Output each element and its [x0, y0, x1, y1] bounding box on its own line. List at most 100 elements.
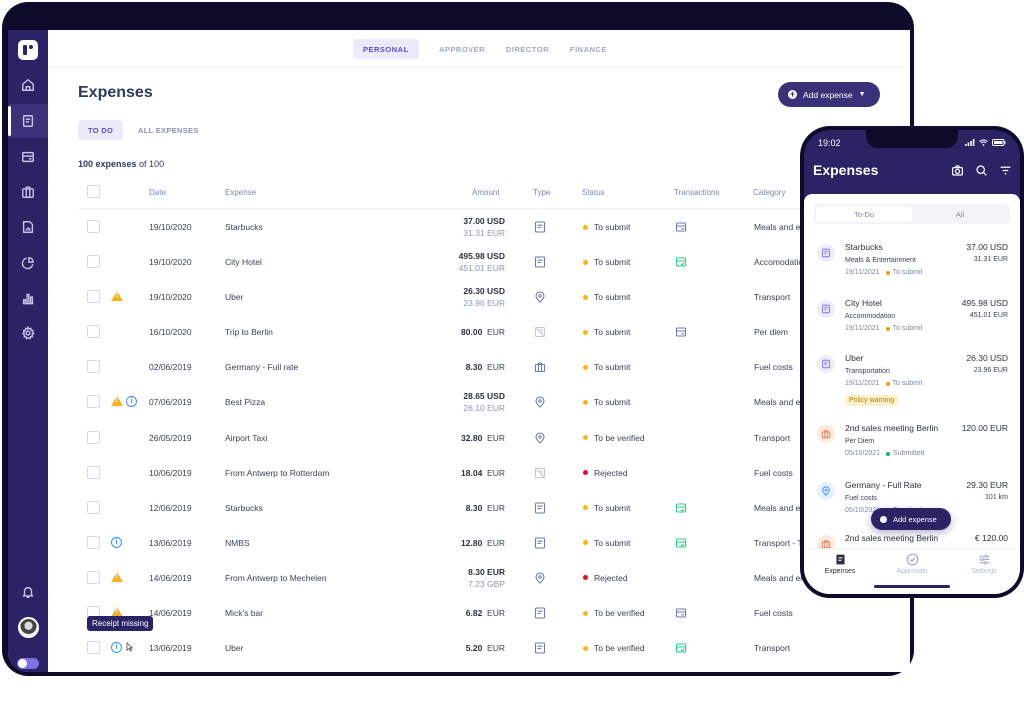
- warning-icon[interactable]: [111, 571, 123, 582]
- phone-list-item[interactable]: City Hotel 495.98 USD Accommodation 451.01 …: [804, 296, 1020, 352]
- row-amount: 6.82 EUR: [466, 607, 505, 619]
- tab-director[interactable]: DIRECTOR: [496, 39, 559, 59]
- row-checkbox[interactable]: [87, 570, 100, 584]
- phone-add-expense-button[interactable]: Add expense: [871, 508, 951, 530]
- transaction-matched-icon[interactable]: [675, 256, 687, 268]
- row-expense[interactable]: Uber: [225, 643, 243, 653]
- transaction-card-icon[interactable]: [675, 221, 687, 233]
- sidebar-item-settings[interactable]: [8, 316, 48, 350]
- column-amount[interactable]: Amount: [472, 188, 500, 197]
- row-expense[interactable]: Starbucks: [225, 222, 263, 232]
- tab-finance[interactable]: FINANCE: [560, 39, 617, 59]
- row-amount-value: 6.82: [465, 608, 483, 619]
- row-checkbox[interactable]: [87, 255, 100, 269]
- row-checkbox[interactable]: [87, 641, 100, 655]
- sidebar-item-home[interactable]: [8, 68, 48, 102]
- tab-to-do[interactable]: TO DO: [78, 120, 124, 140]
- row-checkbox[interactable]: [87, 500, 100, 514]
- avatar[interactable]: [18, 617, 39, 638]
- search-icon[interactable]: [975, 164, 988, 177]
- row-expense[interactable]: Starbucks: [225, 503, 263, 513]
- info-icon[interactable]: i: [111, 536, 122, 548]
- row-expense[interactable]: City Hotel: [225, 257, 262, 267]
- row-checkbox[interactable]: [87, 395, 100, 409]
- row-checkbox[interactable]: [87, 535, 100, 549]
- row-checkbox[interactable]: [87, 290, 100, 304]
- filter-icon[interactable]: [999, 164, 1012, 177]
- info-icon[interactable]: i: [126, 396, 137, 408]
- table-row[interactable]: i 13/06/2019 NMBS 12.80 EUR To submit Trans…: [78, 525, 910, 560]
- row-expense[interactable]: Uber: [225, 292, 243, 302]
- column-expense[interactable]: Expense: [225, 188, 256, 197]
- row-expense[interactable]: NMBS: [225, 538, 250, 548]
- row-checkbox[interactable]: [87, 325, 100, 339]
- tab-personal[interactable]: PERSONAL: [353, 39, 419, 59]
- sidebar-notifications[interactable]: [8, 575, 48, 609]
- row-checkbox[interactable]: [87, 360, 100, 374]
- sidebar-item-reports[interactable]: [8, 210, 48, 244]
- warning-icon[interactable]: [111, 396, 123, 407]
- app-logo[interactable]: [18, 40, 38, 60]
- column-transactions[interactable]: Transactions: [674, 188, 720, 197]
- table-row[interactable]: 19/10/2020 Starbucks 37.00 USD 31.31 EUR …: [78, 209, 910, 244]
- sidebar-item-cards[interactable]: [8, 140, 48, 174]
- column-category[interactable]: Category: [753, 188, 785, 197]
- table-row[interactable]: 14/06/2019 Mick's bar 6.82 EUR To be veri…: [78, 595, 910, 630]
- row-expense[interactable]: Mick's bar: [225, 608, 263, 618]
- sidebar-item-analytics[interactable]: [8, 246, 48, 280]
- table-row[interactable]: 19/10/2020 Uber 26.30 USD 23.96 EUR To su…: [78, 279, 910, 314]
- tab-approver[interactable]: APPROVER: [429, 39, 495, 59]
- row-checkbox[interactable]: [87, 220, 100, 233]
- info-icon[interactable]: i: [111, 642, 122, 654]
- row-expense[interactable]: From Antwerp to Rotterdam: [225, 468, 329, 478]
- row-expense[interactable]: Airport Taxi: [225, 433, 267, 443]
- camera-icon[interactable]: [951, 164, 964, 177]
- table-row[interactable]: 14/06/2019 From Antwerp to Mechelen 8.30 …: [78, 560, 910, 595]
- row-amount: 80.00 EUR: [461, 326, 505, 338]
- tab-all-expenses[interactable]: ALL EXPENSES: [128, 120, 209, 140]
- table-row[interactable]: 12/06/2019 Starbucks 8.30 EUR To submit Me…: [78, 490, 910, 525]
- phone-tab-approvals[interactable]: Approvals: [876, 553, 948, 575]
- transaction-card-icon[interactable]: [675, 326, 687, 338]
- phone-tab-expenses[interactable]: Expenses: [804, 553, 876, 575]
- row-expense[interactable]: Germany - Full rate: [225, 362, 298, 372]
- transaction-matched-icon[interactable]: [675, 502, 687, 514]
- table-row[interactable]: i 07/06/2019 Best Pizza 28.65 USD 26.10 EU…: [78, 384, 910, 419]
- sidebar-item-trips[interactable]: [8, 175, 48, 209]
- sidebar-item-statistics[interactable]: [8, 281, 48, 315]
- phone-list-item[interactable]: Starbucks 37.00 USD Meals & Entertainment 3…: [804, 240, 1020, 296]
- select-all-checkbox[interactable]: [87, 185, 100, 198]
- column-date[interactable]: Date: [149, 188, 166, 197]
- phone-tab-settings[interactable]: Settings: [948, 553, 1020, 575]
- warning-icon[interactable]: [111, 291, 123, 302]
- row-expense[interactable]: Trip to Berlin: [225, 327, 273, 337]
- transaction-matched-icon[interactable]: [675, 537, 687, 549]
- row-amount-currency: USD: [487, 286, 505, 297]
- table-row[interactable]: 10/06/2019 From Antwerp to Rotterdam 18.0…: [78, 455, 910, 490]
- transaction-card-icon[interactable]: [675, 607, 687, 619]
- table-row[interactable]: 19/10/2020 City Hotel 495.98 USD 451.01 E…: [78, 244, 910, 279]
- table-row[interactable]: 26/05/2019 Airport Taxi 32.80 EUR To be v…: [78, 420, 910, 455]
- row-expense[interactable]: From Antwerp to Mechelen: [225, 573, 327, 583]
- column-type[interactable]: Type: [533, 188, 550, 197]
- segment-to-do[interactable]: To-Do: [816, 206, 912, 222]
- phone-list-item[interactable]: Uber 26.30 USD Transportation 23.96 EUR 19/1…: [804, 351, 1020, 407]
- per-diem-icon: [534, 326, 546, 338]
- table-row[interactable]: 16/10/2020 Trip to Berlin 80.00 EUR To su…: [78, 314, 910, 349]
- receipt-icon: [817, 300, 835, 318]
- table-row[interactable]: i 13/06/2019 Uber 5.20 EUR To be verified T…: [78, 630, 910, 665]
- row-expense[interactable]: Best Pizza: [225, 397, 265, 407]
- column-status[interactable]: Status: [582, 188, 605, 197]
- row-checkbox[interactable]: [87, 430, 100, 444]
- status-badge: To submit: [583, 397, 630, 407]
- phone-list-item[interactable]: 2nd sales meeting Berlin 120.00 EUR Per Di…: [804, 421, 1020, 477]
- phone-item-status: Submitted: [893, 450, 925, 457]
- row-checkbox[interactable]: [87, 465, 100, 479]
- sidebar-item-expenses[interactable]: [8, 104, 48, 138]
- table-row[interactable]: 02/06/2019 Germany - Full rate 8.30 EUR T…: [78, 349, 910, 384]
- transaction-matched-icon[interactable]: [675, 642, 687, 654]
- table-header: Date Expense Amount Type Status Transact…: [78, 175, 910, 209]
- sidebar-collapse-toggle[interactable]: [17, 658, 39, 669]
- add-expense-button[interactable]: + Add expense ▼: [778, 82, 880, 107]
- segment-all[interactable]: All: [912, 206, 1008, 222]
